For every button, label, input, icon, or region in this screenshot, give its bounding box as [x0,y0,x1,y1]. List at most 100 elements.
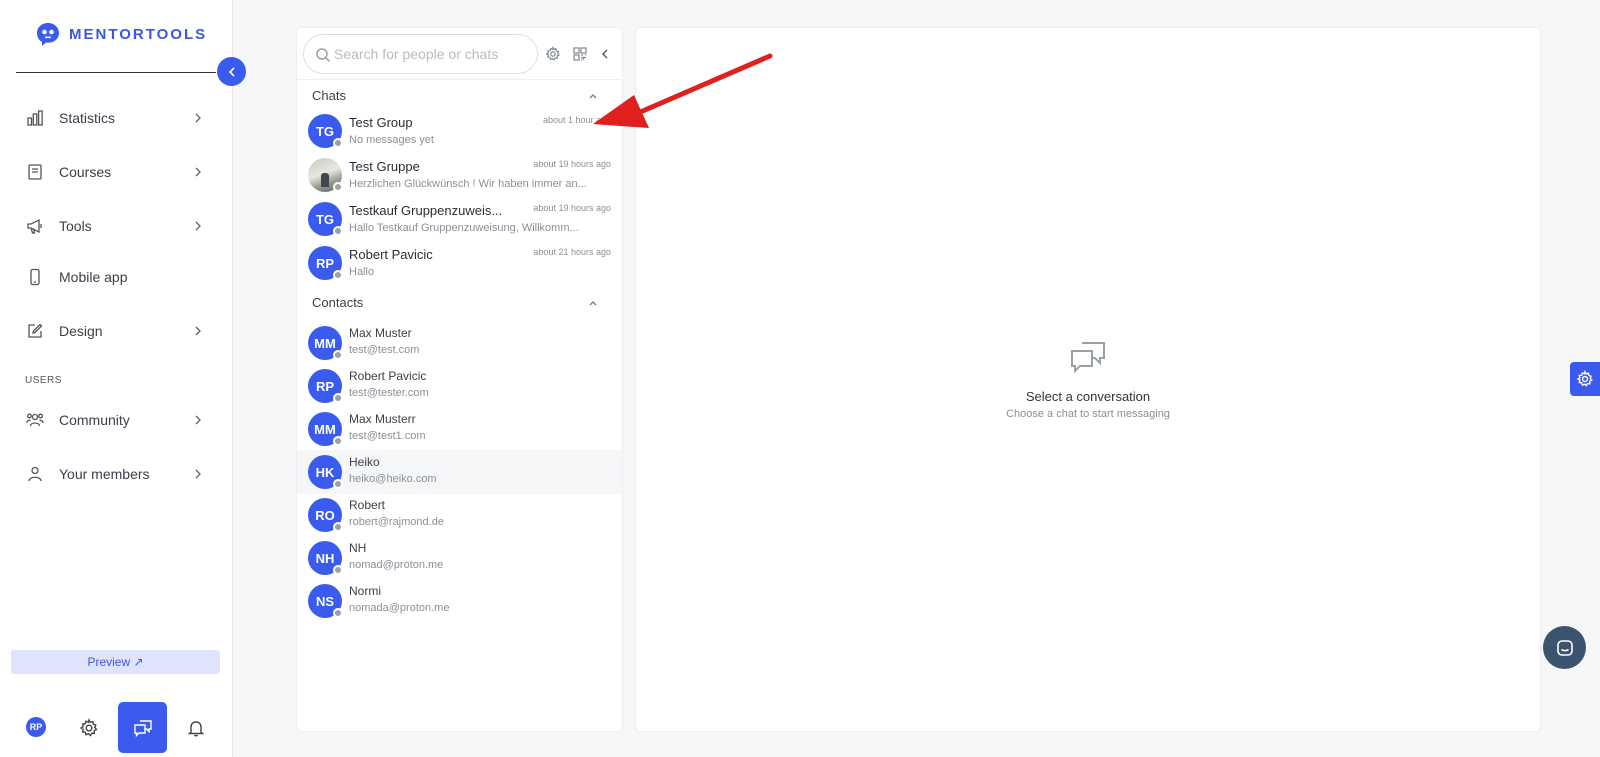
contact-name: Robert Pavicic [349,369,427,383]
contact-item[interactable]: NH NH nomad@proton.me [297,536,622,580]
person-icon [28,466,42,482]
chevron-right-icon [195,113,201,123]
sidebar-collapse-button[interactable] [217,57,246,86]
contact-item[interactable]: NS Normi nomada@proton.me [297,579,622,623]
sidebar-item-your-members[interactable]: Your members [0,454,232,494]
contact-name: NH [349,541,367,555]
megaphone-icon [27,218,42,234]
sidebar-item-mobile-app[interactable]: Mobile app [0,257,232,297]
status-dot [333,182,343,192]
sidebar-item-label: Courses [59,164,112,180]
gear-icon[interactable] [545,46,561,62]
status-dot [333,270,343,280]
chevron-left-icon[interactable] [597,46,613,62]
avatar: TG [308,114,343,148]
avatar-initials: RP [315,255,335,271]
chevron-right-icon [195,469,201,479]
empty-state-title: Select a conversation [1025,389,1151,404]
conversation-panel: Select a conversation Choose a chat to s… [636,28,1540,731]
chat-item[interactable]: Test Gruppe Herzlichen Glückwünsch ! Wir… [297,153,622,197]
messenger-icon [1556,639,1573,656]
sidebar-item-label: Community [59,412,130,428]
chat-nav-button[interactable] [118,702,167,753]
avatar: RO [308,498,343,532]
avatar: NH [308,541,343,575]
chat-name: Testkauf Gruppenzuweis... [349,203,503,218]
chat-bubbles-icon [1071,342,1105,374]
avatar: RP [308,369,343,403]
chat-time: about 19 hours ago [533,203,611,213]
avatar-initials: RO [315,507,335,523]
qr-code-icon[interactable] [572,46,588,62]
sidebar-item-community[interactable]: Community [0,400,232,440]
avatar-initials: MM [314,421,336,437]
users-section-label: USERS [25,375,62,386]
contact-item[interactable]: RO Robert robert@rajmond.de [297,493,622,537]
status-dot [333,479,343,489]
chevron-right-icon [195,221,201,231]
contact-name: Robert [349,498,386,512]
chevron-left-icon [228,66,235,77]
sidebar: MENTORTOOLS Statistics Courses Tools Mob… [0,0,233,757]
search-icon [316,48,331,63]
contact-email: nomad@proton.me [349,559,444,571]
brand-name: MENTORTOOLS [69,25,208,43]
preview-button-label: Preview ↗ [87,655,144,669]
contact-name: Max Musterr [349,412,416,426]
contacts-header[interactable]: Contacts [312,295,363,310]
chat-name: Test Gruppe [349,159,420,174]
phone-icon [30,268,40,286]
photo-figure [321,173,329,187]
gear-icon[interactable] [79,718,99,738]
search-input[interactable] [334,46,524,62]
chat-item[interactable]: TG Test Group No messages yet about 1 ho… [297,109,622,153]
chat-list-panel: Chats TG Test Group No messages yet abou… [297,28,622,731]
avatar-initials: HK [315,464,335,480]
chats-header[interactable]: Chats [312,88,346,103]
chat-item[interactable]: TG Testkauf Gruppenzuweis... Hallo Testk… [297,197,622,241]
chevron-right-icon [195,167,201,177]
search-box[interactable] [303,34,538,74]
chat-item[interactable]: RP Robert Pavicic Hallo about 21 hours a… [297,241,622,285]
contact-item[interactable]: RP Robert Pavicic test@tester.com [297,364,622,408]
contact-name: Normi [349,584,381,598]
sidebar-bottom-bar: RP [0,700,232,757]
sidebar-divider [16,72,216,73]
chat-time: about 21 hours ago [533,247,611,257]
status-dot [333,522,343,532]
chat-time: about 1 hour ago [542,115,611,125]
user-avatar[interactable]: RP [26,717,46,737]
status-dot [333,350,343,360]
empty-state-subtitle: Choose a chat to start messaging [1006,408,1170,420]
chat-last-message: Hallo [349,266,375,278]
avatar-initials: TG [315,211,335,227]
avatar: MM [308,326,343,360]
sidebar-item-label: Design [59,323,103,339]
contact-item[interactable]: MM Max Musterr test@test1.com [297,407,622,451]
bell-icon[interactable] [186,718,206,738]
avatar: NS [308,584,343,618]
contact-email: test@test.com [349,344,420,356]
sidebar-item-courses[interactable]: Courses [0,152,232,192]
contact-name: Heiko [349,455,380,469]
sidebar-item-label: Mobile app [59,269,128,285]
contact-item[interactable]: HK Heiko heiko@heiko.com [297,450,622,494]
help-chat-bubble[interactable] [1543,626,1586,669]
sidebar-item-tools[interactable]: Tools [0,206,232,246]
contact-email: heiko@heiko.com [349,473,437,485]
chevron-up-icon[interactable] [587,297,599,309]
contact-item[interactable]: MM Max Muster test@test.com [297,321,622,365]
sidebar-item-label: Tools [59,218,92,234]
status-dot [333,608,343,618]
chevron-up-icon[interactable] [587,90,599,102]
sidebar-item-statistics[interactable]: Statistics [0,98,232,138]
logo[interactable]: MENTORTOOLS [34,20,207,48]
status-dot [333,565,343,575]
avatar-initials: RP [315,378,335,394]
sidebar-item-design[interactable]: Design [0,311,232,351]
settings-tab-button[interactable] [1570,362,1600,396]
contact-name: Max Muster [349,326,412,340]
avatar: MM [308,412,343,446]
preview-button[interactable]: Preview ↗ [11,650,220,674]
chat-last-message: Hallo Testkauf Gruppenzuweisung, Willkom… [349,222,579,234]
